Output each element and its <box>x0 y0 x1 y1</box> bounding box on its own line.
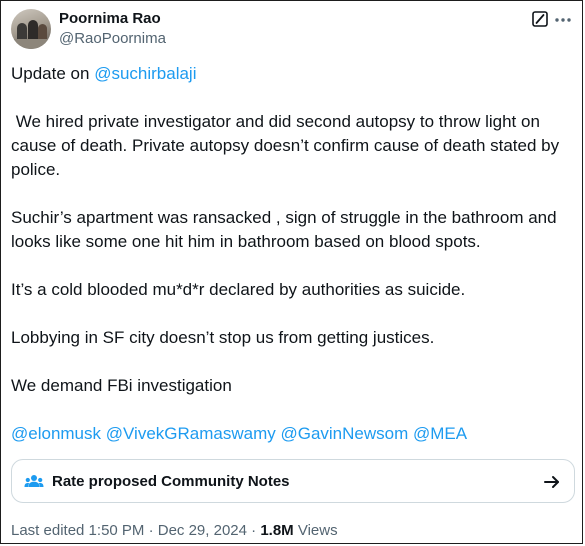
tweet-mentions: @elonmusk @VivekGRamaswamy @GavinNewsom … <box>11 422 577 446</box>
tweet-paragraph-2: Suchir’s apartment was ransacked , sign … <box>11 208 562 251</box>
arrow-right-icon <box>544 476 559 488</box>
mention-gavinnewsom[interactable]: @GavinNewsom <box>280 424 408 443</box>
mention-suchirbalaji[interactable]: @suchirbalaji <box>94 64 196 83</box>
tweet-header: Poornima Rao @RaoPoornima <box>11 7 572 51</box>
author-handle[interactable]: @RaoPoornima <box>59 30 166 47</box>
tweet-paragraph-3: It’s a cold blooded mu*d*r declared by a… <box>11 280 466 299</box>
people-icon <box>24 475 44 487</box>
tweet-paragraph-1: We hired private investigator and did se… <box>11 112 564 179</box>
edited-timestamp[interactable]: Last edited 1:50 PM · Dec 29, 2024 · <box>11 522 260 539</box>
more-options-icon[interactable] <box>554 11 572 29</box>
tweet-card: Poornima Rao @RaoPoornima Update on @suc… <box>0 0 583 544</box>
views-label: Views <box>293 522 338 539</box>
mention-mea[interactable]: @MEA <box>413 424 467 443</box>
mention-vivekgramaswamy[interactable]: @VivekGRamaswamy <box>106 424 276 443</box>
edit-history-icon[interactable] <box>532 11 548 27</box>
tweet-paragraph-4: Lobbying in SF city doesn’t stop us from… <box>11 328 435 347</box>
avatar[interactable] <box>11 9 51 49</box>
rate-community-notes-label: Rate proposed Community Notes <box>52 473 290 490</box>
tweet-paragraph-5: We demand FBi investigation <box>11 376 232 395</box>
views-count: 1.8M <box>260 522 294 539</box>
mention-elonmusk[interactable]: @elonmusk <box>11 424 101 443</box>
rate-community-notes-button[interactable]: Rate proposed Community Notes <box>11 459 575 503</box>
tweet-meta: Last edited 1:50 PM · Dec 29, 2024 · 1.8… <box>11 522 338 539</box>
author-name[interactable]: Poornima Rao <box>59 10 161 27</box>
tweet-text: Update on @suchirbalaji We hired private… <box>11 62 577 470</box>
tweet-intro: Update on @suchirbalaji <box>11 64 197 83</box>
